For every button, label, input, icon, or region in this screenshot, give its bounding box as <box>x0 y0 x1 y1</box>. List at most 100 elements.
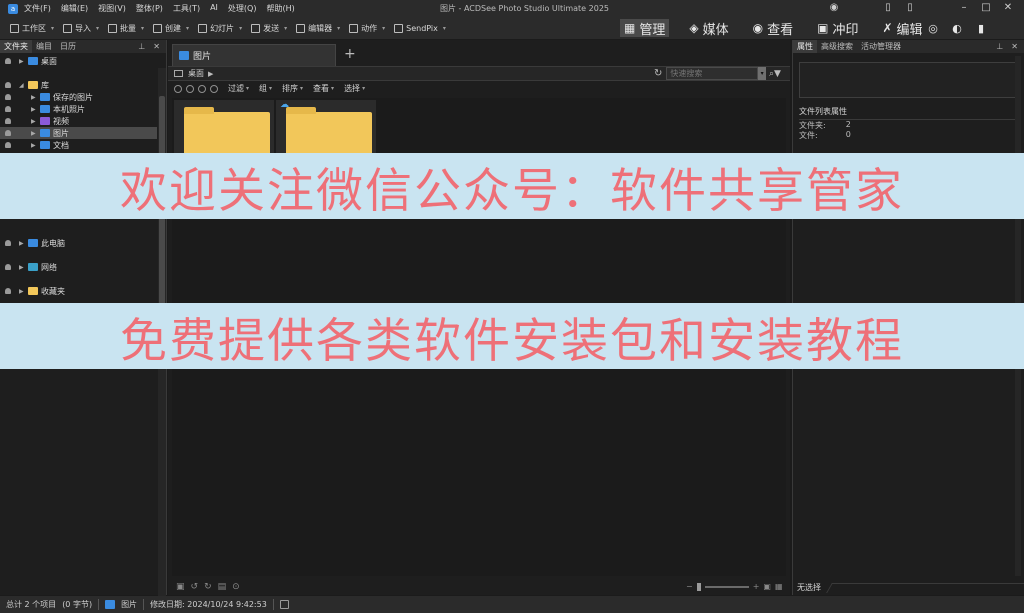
tab-properties[interactable]: 属性 <box>793 40 817 53</box>
mode-media[interactable]: ◈ 媒体 <box>685 19 732 38</box>
stats-icon[interactable]: ▮ <box>974 21 988 35</box>
zoom-in-icon[interactable]: + <box>753 582 760 591</box>
create-button[interactable]: 创建 ▾ <box>153 23 189 34</box>
tree-item-library[interactable]: ◢ 库 <box>0 79 157 91</box>
mode-view[interactable]: ◉ 查看 <box>749 19 798 38</box>
tree-item-favorites[interactable]: ▶ 收藏夹 <box>0 285 157 297</box>
actions-button[interactable]: 动作 ▾ <box>349 23 385 34</box>
tree-item-network[interactable]: ▶ 网络 <box>0 261 157 273</box>
pin-icon[interactable] <box>5 106 11 112</box>
365-icon[interactable]: ◎ <box>926 21 940 35</box>
group-menu[interactable]: 组 ▾ <box>259 83 272 94</box>
tree-item-desktop[interactable]: ▶ 桌面 <box>0 55 157 67</box>
tab-advanced-search[interactable]: 高级搜索 <box>817 40 857 53</box>
sort-menu[interactable]: 排序 ▾ <box>282 83 303 94</box>
workspace-button[interactable]: 工作区 ▾ <box>10 23 54 34</box>
menu-ai[interactable]: AI <box>210 3 218 14</box>
tree-item-documents[interactable]: ▶ 文档 <box>0 139 157 151</box>
menu-help[interactable]: 帮助(H) <box>266 3 294 14</box>
tree-item-pictures[interactable]: ▶ 图片 <box>0 127 157 139</box>
pin-icon[interactable] <box>5 142 11 148</box>
back-icon[interactable] <box>186 84 194 93</box>
save-icon[interactable]: ▣ <box>176 582 185 592</box>
expand-icon[interactable]: ▶ <box>19 58 26 65</box>
breadcrumb-desktop[interactable]: 桌面 <box>188 68 204 79</box>
expand-icon[interactable]: ▶ <box>19 264 26 271</box>
account-icon[interactable]: ◉ <box>828 2 840 14</box>
mode-develop[interactable]: ▣ 冲印 <box>813 19 862 38</box>
tree-item-camera-roll[interactable]: ▶ 本机照片 <box>0 103 157 115</box>
menu-view[interactable]: 视图(V) <box>98 3 126 14</box>
filter-menu[interactable]: 过滤 ▾ <box>228 83 249 94</box>
new-tab-button[interactable]: + <box>344 46 356 62</box>
search-input[interactable] <box>666 67 759 80</box>
close-panel-icon[interactable]: ✕ <box>1011 42 1018 51</box>
thumbnail-size-slider[interactable]: − + ▣ ▦ <box>686 582 783 591</box>
tree-item-this-pc[interactable]: ▶ 此电脑 <box>0 237 157 249</box>
menu-edit[interactable]: 编辑(E) <box>61 3 88 14</box>
rotate-left-icon[interactable]: ↺ <box>191 582 199 592</box>
pin-icon[interactable] <box>5 118 11 124</box>
batch-button[interactable]: 批量 ▾ <box>108 23 144 34</box>
mode-edit[interactable]: ✗ 编辑 <box>878 19 926 38</box>
send-button[interactable]: 发送 ▾ <box>251 23 287 34</box>
layout-left-icon[interactable]: ▯ <box>882 2 894 14</box>
tree-item-saved-pictures[interactable]: ▶ 保存的图片 <box>0 91 157 103</box>
tab-activity-manager[interactable]: 活动管理器 <box>857 40 905 53</box>
expand-icon[interactable]: ▶ <box>31 106 38 113</box>
filter-icon[interactable]: ▼ <box>774 69 781 79</box>
minimize-icon[interactable]: – <box>958 2 970 14</box>
pin-panel-icon[interactable]: ⊥ <box>996 42 1003 51</box>
pin-panel-icon[interactable]: ⊥ <box>138 42 145 51</box>
expand-icon[interactable]: ▶ <box>31 118 38 125</box>
pin-icon[interactable] <box>5 94 11 100</box>
pin-icon[interactable] <box>5 130 11 136</box>
pin-icon[interactable] <box>5 82 11 88</box>
app-logo-icon[interactable]: a <box>8 3 18 14</box>
play-icon[interactable]: ⊙ <box>232 582 240 592</box>
editor-button[interactable]: 编辑器 ▾ <box>296 23 340 34</box>
tab-catalog[interactable]: 编目 <box>32 40 56 53</box>
pin-icon[interactable] <box>5 58 11 64</box>
forward-icon[interactable] <box>198 84 206 93</box>
dashboard-icon[interactable]: ◐ <box>950 21 964 35</box>
expand-icon[interactable]: ▶ <box>31 142 38 149</box>
mode-manage[interactable]: ▦ 管理 <box>620 19 670 38</box>
collapse-icon[interactable]: ◢ <box>19 82 26 89</box>
menu-tools[interactable]: 工具(T) <box>173 3 200 14</box>
status-tool-icon[interactable] <box>279 600 289 609</box>
expand-icon[interactable]: ▶ <box>19 240 26 247</box>
tab-folders[interactable]: 文件夹 <box>0 40 32 53</box>
search-dropdown-icon[interactable]: ▾ <box>758 67 766 80</box>
refresh-icon[interactable]: ↻ <box>654 68 662 79</box>
rotate-right-icon[interactable]: ↻ <box>204 582 212 592</box>
menu-file[interactable]: 文件(F) <box>24 3 51 14</box>
zoom-out-icon[interactable]: − <box>686 582 693 591</box>
maximize-icon[interactable]: □ <box>980 2 992 14</box>
slideshow-button[interactable]: 幻灯片 ▾ <box>198 23 242 34</box>
breadcrumb-chevron-icon[interactable]: ▶ <box>208 70 213 78</box>
view-menu[interactable]: 查看 ▾ <box>313 83 334 94</box>
close-icon[interactable]: ✕ <box>1002 2 1014 14</box>
slider-track[interactable] <box>704 585 749 588</box>
pin-icon[interactable] <box>5 240 11 246</box>
sendpix-button[interactable]: SendPix ▾ <box>394 23 446 34</box>
home-icon[interactable] <box>174 84 182 93</box>
close-panel-icon[interactable]: ✕ <box>153 42 160 51</box>
tab-calendar[interactable]: 日历 <box>56 40 80 53</box>
import-button[interactable]: 导入 ▾ <box>63 23 99 34</box>
tree-item-videos[interactable]: ▶ 视频 <box>0 115 157 127</box>
pin-icon[interactable] <box>5 288 11 294</box>
slider-knob[interactable] <box>696 582 701 591</box>
expand-icon[interactable]: ▶ <box>31 94 38 101</box>
expand-icon[interactable]: ▶ <box>31 130 38 137</box>
select-menu[interactable]: 选择 ▾ <box>344 83 365 94</box>
menu-process[interactable]: 处理(Q) <box>228 3 257 14</box>
menu-whole[interactable]: 整体(P) <box>136 3 163 14</box>
print-icon[interactable]: ▤ <box>218 582 227 592</box>
layout-right-icon[interactable]: ▯ <box>904 2 916 14</box>
view-mode-icon[interactable]: ▦ <box>775 582 783 591</box>
tab-pictures[interactable]: 图片 <box>172 44 336 66</box>
fit-icon[interactable]: ▣ <box>763 582 771 591</box>
up-icon[interactable] <box>210 84 218 93</box>
